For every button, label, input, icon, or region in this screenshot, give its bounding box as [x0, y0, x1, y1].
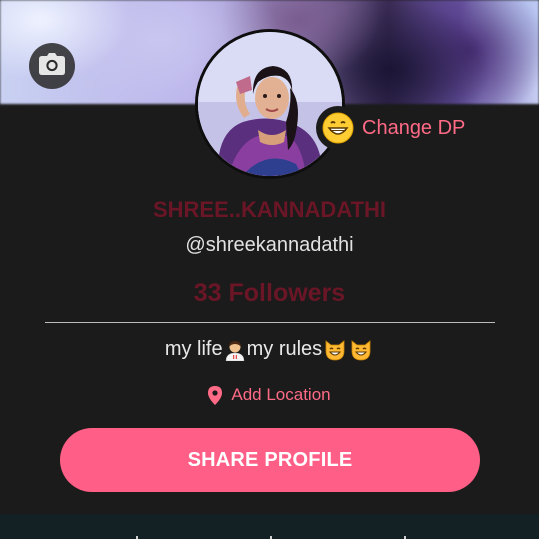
- add-location-label: Add Location: [231, 385, 331, 404]
- add-location-button[interactable]: Add Location: [0, 385, 539, 405]
- camera-icon: [39, 52, 65, 80]
- bottom-tab-bar: [0, 514, 539, 539]
- grinning-cat-emoji-icon: [349, 339, 373, 361]
- change-dp-button[interactable]: Change DP: [316, 106, 465, 150]
- grinning-cat-emoji-icon: [323, 339, 347, 361]
- share-profile-button[interactable]: SHARE PROFILE: [60, 428, 480, 492]
- location-pin-icon: [208, 385, 223, 405]
- bio-text-1: my life: [164, 338, 223, 360]
- avatar[interactable]: [195, 29, 345, 179]
- bio-text-2: my rules: [246, 338, 323, 360]
- username: @shreekannadathi: [185, 234, 354, 256]
- profile-photo: [198, 32, 342, 176]
- followers-count[interactable]: 33 Followers: [0, 279, 539, 308]
- display-name: SHREE..KANNADATHI: [152, 197, 387, 222]
- grinning-face-emoji-icon: [316, 106, 360, 150]
- woman-health-worker-emoji-icon: [224, 339, 246, 361]
- change-dp-label: Change DP: [362, 116, 466, 139]
- divider: [45, 322, 495, 323]
- change-cover-button[interactable]: [29, 43, 75, 89]
- bio: my life my rules: [0, 338, 539, 361]
